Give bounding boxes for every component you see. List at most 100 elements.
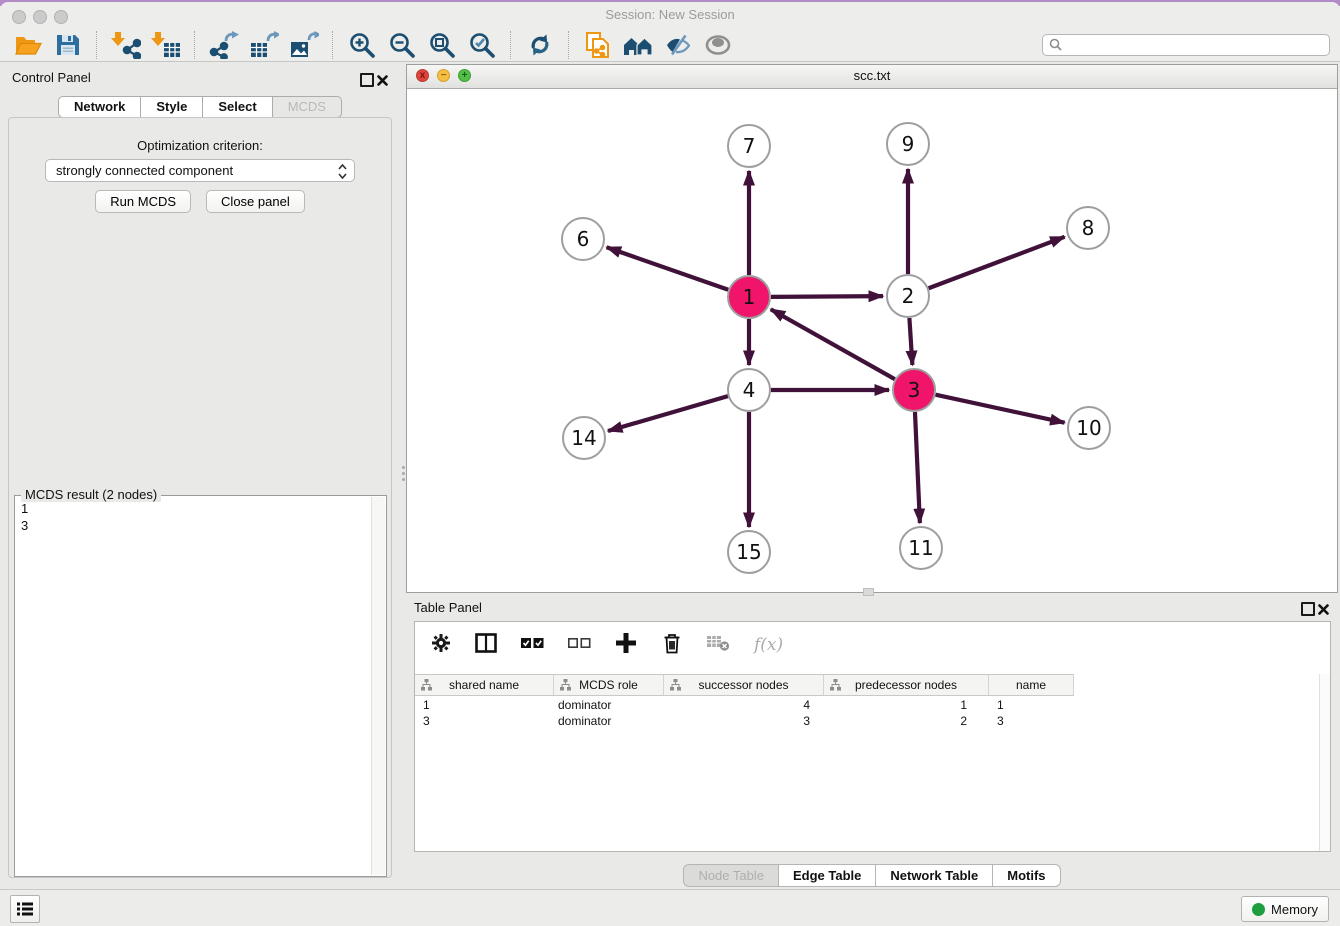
node-table-row[interactable]: 1dominator411	[415, 697, 1330, 713]
graph-edge-1-6[interactable]	[607, 247, 729, 289]
table-panel-float-icon[interactable]	[1301, 602, 1315, 616]
tab-mcds[interactable]: MCDS	[273, 96, 342, 118]
graph-node-11[interactable]: 11	[900, 527, 942, 569]
graph-node-6[interactable]: 6	[562, 218, 604, 260]
clone-network-icon[interactable]	[578, 29, 618, 61]
graph-edge-3-1[interactable]	[771, 309, 895, 379]
table-scrollbar[interactable]	[1319, 674, 1330, 851]
graph-node-10[interactable]: 10	[1068, 407, 1110, 449]
save-session-icon[interactable]	[48, 29, 88, 61]
cell-predecessor-nodes: 1	[824, 697, 989, 713]
tab-network[interactable]: Network	[58, 96, 141, 118]
function-builder-icon[interactable]: f(x)	[754, 635, 783, 655]
graph-edge-1-2[interactable]	[771, 296, 883, 297]
tab-node-table[interactable]: Node Table	[683, 864, 779, 887]
control-panel-float-icon[interactable]	[360, 73, 374, 87]
horizontal-splitter-handle[interactable]	[863, 588, 874, 596]
graph-node-4[interactable]: 4	[728, 369, 770, 411]
cell-predecessor-nodes: 2	[824, 713, 989, 729]
graph-edge-2-3[interactable]	[909, 318, 912, 365]
graph-node-2[interactable]: 2	[887, 275, 929, 317]
network-canvas[interactable]: 1 2 3 4 6 7 8 9 10 11 14 15	[407, 88, 1337, 592]
control-panel-title: Control Panel	[12, 70, 91, 85]
home-icon[interactable]	[618, 29, 658, 61]
task-list-icon	[16, 901, 34, 917]
minimize-window-icon[interactable]	[33, 10, 47, 24]
zoom-window-icon[interactable]	[54, 10, 68, 24]
tab-edge-table[interactable]: Edge Table	[779, 864, 876, 887]
network-close-icon[interactable]: x	[416, 69, 429, 82]
node-table-header: shared nameMCDS rolesuccessor nodesprede…	[415, 674, 1074, 696]
split-panel-icon[interactable]	[475, 633, 497, 658]
zoom-selected-icon[interactable]	[462, 29, 502, 61]
tab-network-table[interactable]: Network Table	[876, 864, 993, 887]
tab-style[interactable]: Style	[141, 96, 203, 118]
svg-text:10: 10	[1076, 416, 1101, 440]
table-settings-gear-icon[interactable]	[431, 633, 451, 658]
import-table-icon[interactable]	[146, 29, 186, 61]
export-image-icon[interactable]	[284, 29, 324, 61]
criterion-dropdown[interactable]: strongly connected component	[45, 159, 355, 182]
network-graph[interactable]: 1 2 3 4 6 7 8 9 10 11 14 15	[407, 88, 1337, 592]
delete-column-trash-icon[interactable]	[661, 632, 683, 659]
table-panel-tabs: Node TableEdge TableNetwork TableMotifs	[406, 864, 1338, 887]
task-list-button[interactable]	[10, 895, 40, 923]
result-scrollbar[interactable]	[371, 497, 385, 875]
select-all-columns-icon[interactable]	[521, 633, 544, 658]
control-panel-close-icon[interactable]	[377, 73, 388, 91]
graph-node-1[interactable]: 1	[728, 276, 770, 318]
column-header-predecessor-nodes[interactable]: predecessor nodes	[824, 675, 989, 695]
delete-table-icon[interactable]	[707, 633, 730, 657]
toolbar-separator	[194, 31, 196, 59]
graph-node-8[interactable]: 8	[1067, 207, 1109, 249]
search-input[interactable]	[1062, 37, 1329, 53]
graph-edge-2-8[interactable]	[929, 237, 1065, 288]
graph-node-3[interactable]: 3	[893, 369, 935, 411]
svg-text:8: 8	[1082, 216, 1095, 240]
graph-node-14[interactable]: 14	[563, 417, 605, 459]
network-window-titlebar[interactable]: x − + scc.txt	[407, 65, 1337, 89]
import-network-icon[interactable]	[106, 29, 146, 61]
memory-button[interactable]: Memory	[1241, 896, 1329, 922]
hide-panel-eye-icon[interactable]	[658, 29, 698, 61]
svg-text:6: 6	[577, 227, 590, 251]
graph-edge-3-10[interactable]	[935, 395, 1064, 423]
zoom-out-icon[interactable]	[382, 29, 422, 61]
close-window-icon[interactable]	[12, 10, 26, 24]
search-box[interactable]	[1042, 34, 1330, 56]
graph-node-9[interactable]: 9	[887, 123, 929, 165]
mcds-result-box: MCDS result (2 nodes) 1 3	[14, 495, 387, 877]
optimization-criterion-label: Optimization criterion:	[9, 138, 391, 153]
add-column-icon[interactable]	[615, 632, 637, 659]
node-table-row[interactable]: 3dominator323	[415, 713, 1330, 729]
zoom-fit-icon[interactable]	[422, 29, 462, 61]
session-title: Session: New Session	[0, 2, 1340, 28]
show-eye-disabled-icon[interactable]	[698, 29, 738, 61]
svg-text:2: 2	[902, 284, 915, 308]
network-maximize-icon[interactable]: +	[458, 69, 471, 82]
tab-select[interactable]: Select	[203, 96, 272, 118]
open-session-icon[interactable]	[8, 29, 48, 61]
export-table-icon[interactable]	[244, 29, 284, 61]
tab-motifs[interactable]: Motifs	[993, 864, 1060, 887]
run-mcds-button[interactable]: Run MCDS	[95, 190, 191, 213]
memory-label: Memory	[1271, 902, 1318, 917]
refresh-layout-icon[interactable]	[520, 29, 560, 61]
close-panel-button[interactable]: Close panel	[206, 190, 305, 213]
svg-text:1: 1	[743, 285, 756, 309]
column-header-mcds-role[interactable]: MCDS role	[554, 675, 664, 695]
graph-edge-4-14[interactable]	[608, 396, 728, 431]
application-window: Session: New Session	[0, 0, 1340, 926]
column-header-shared-name[interactable]: shared name	[415, 675, 554, 695]
graph-edge-3-11[interactable]	[915, 412, 920, 523]
table-panel-close-icon[interactable]	[1318, 602, 1329, 620]
zoom-in-icon[interactable]	[342, 29, 382, 61]
graph-node-7[interactable]: 7	[728, 125, 770, 167]
column-header-successor-nodes[interactable]: successor nodes	[664, 675, 824, 695]
column-header-name[interactable]: name	[989, 675, 1074, 695]
vertical-splitter-handle[interactable]	[400, 461, 406, 485]
deselect-all-columns-icon[interactable]	[568, 633, 591, 658]
graph-node-15[interactable]: 15	[728, 531, 770, 573]
export-network-icon[interactable]	[204, 29, 244, 61]
network-minimize-icon[interactable]: −	[437, 69, 450, 82]
